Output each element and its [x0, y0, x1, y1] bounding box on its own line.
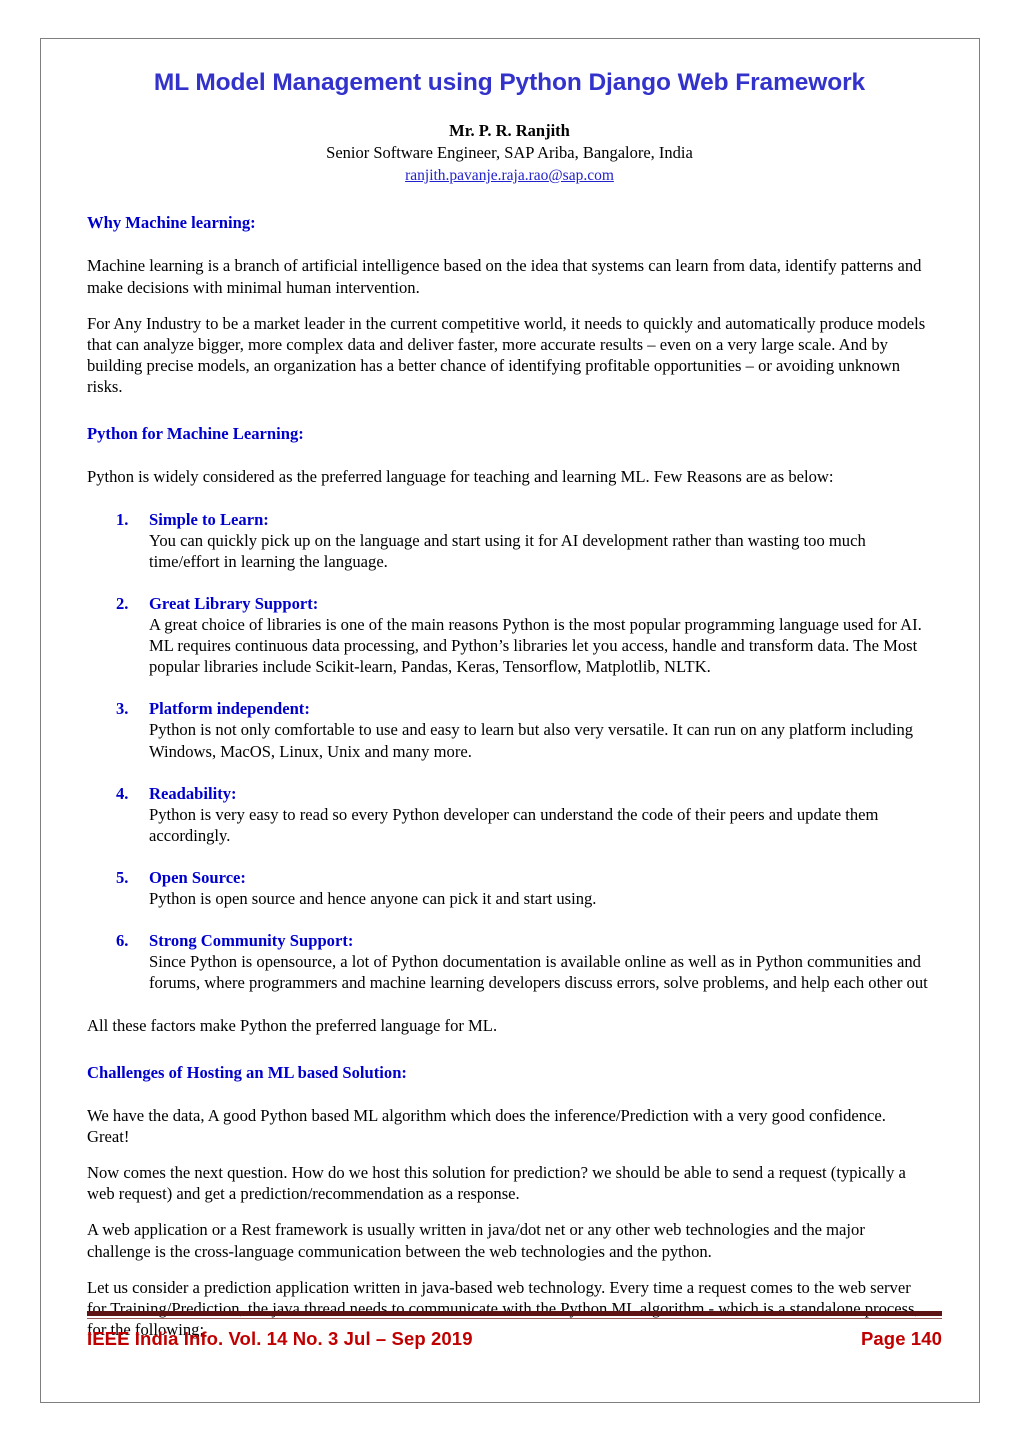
page-title: ML Model Management using Python Django … [153, 69, 866, 96]
list-item-text: A great choice of libraries is one of th… [149, 615, 922, 677]
document-body: Why Machine learning: Machine learning i… [87, 212, 932, 1339]
paragraph-why-ml-2: For Any Industry to be a market leader i… [87, 313, 926, 396]
section-heading-challenges: Challenges of Hosting an ML based Soluti… [87, 1063, 407, 1083]
paragraph-challenges-2: Now comes the next question. How do we h… [87, 1163, 906, 1204]
footer-divider-thick [87, 1311, 942, 1316]
list-item-title: Simple to Learn: [149, 509, 269, 529]
section-heading-python-for-ml: Python for Machine Learning: [87, 423, 304, 443]
list-item-text: Python is very easy to read so every Pyt… [149, 804, 879, 845]
paragraph-python-intro: Python is widely considered as the prefe… [87, 466, 834, 486]
list-item: 4. Readability: Python is very easy to r… [87, 783, 932, 846]
list-item-text: You can quickly pick up on the language … [149, 531, 866, 572]
list-item-number: 6. [116, 930, 129, 950]
paragraph-challenges-1: We have the data, A good Python based ML… [87, 1106, 886, 1147]
author-email-link[interactable]: ranjith.pavanje.raja.rao@sap.com [405, 167, 614, 184]
list-item: 5. Open Source: Python is open source an… [87, 867, 932, 909]
page-sheet: ML Model Management using Python Django … [40, 38, 980, 1403]
list-item-title: Platform independent: [149, 699, 310, 719]
list-item: 3. Platform independent: Python is not o… [87, 698, 932, 761]
list-item: 1. Simple to Learn: You can quickly pick… [87, 509, 932, 572]
list-item-number: 5. [116, 867, 129, 887]
list-item: 6. Strong Community Support: Since Pytho… [87, 930, 932, 993]
author-block: Mr. P. R. Ranjith Senior Software Engine… [87, 120, 932, 186]
footer-journal-info: IEEE India Info. Vol. 14 No. 3 Jul – Sep… [87, 1328, 473, 1349]
list-item-text: Since Python is opensource, a lot of Pyt… [149, 951, 928, 993]
list-item-number: 2. [116, 594, 129, 614]
section-heading-why-ml: Why Machine learning: [87, 213, 256, 233]
list-item-title: Readability: [149, 783, 237, 803]
paragraph-python-closing: All these factors make Python the prefer… [87, 1016, 498, 1036]
footer-divider-thin [87, 1318, 942, 1319]
author-name: Mr. P. R. Ranjith [449, 120, 570, 140]
list-item: 2. Great Library Support: A great choice… [87, 593, 932, 677]
list-item-title: Open Source: [149, 867, 246, 887]
paragraph-why-ml-1: Machine learning is a branch of artifici… [87, 256, 922, 297]
list-item-text: Python is open source and hence anyone c… [149, 888, 597, 908]
list-item-number: 4. [116, 783, 129, 803]
footer-row: IEEE India Info. Vol. 14 No. 3 Jul – Sep… [87, 1328, 942, 1350]
list-item-title: Great Library Support: [149, 594, 319, 614]
page-footer: IEEE India Info. Vol. 14 No. 3 Jul – Sep… [87, 1311, 942, 1350]
list-item-title: Strong Community Support: [149, 930, 354, 950]
author-affiliation: Senior Software Engineer, SAP Ariba, Ban… [326, 142, 693, 162]
page-content: ML Model Management using Python Django … [87, 49, 932, 1340]
paragraph-challenges-3: A web application or a Rest framework is… [87, 1220, 865, 1261]
author-email-line: ranjith.pavanje.raja.rao@sap.com [87, 164, 932, 187]
reasons-list: 1. Simple to Learn: You can quickly pick… [87, 509, 932, 993]
footer-page-number: Page 140 [860, 1328, 942, 1349]
list-item-text: Python is not only comfortable to use an… [149, 720, 914, 761]
list-item-number: 1. [116, 509, 129, 529]
list-item-number: 3. [116, 699, 129, 719]
